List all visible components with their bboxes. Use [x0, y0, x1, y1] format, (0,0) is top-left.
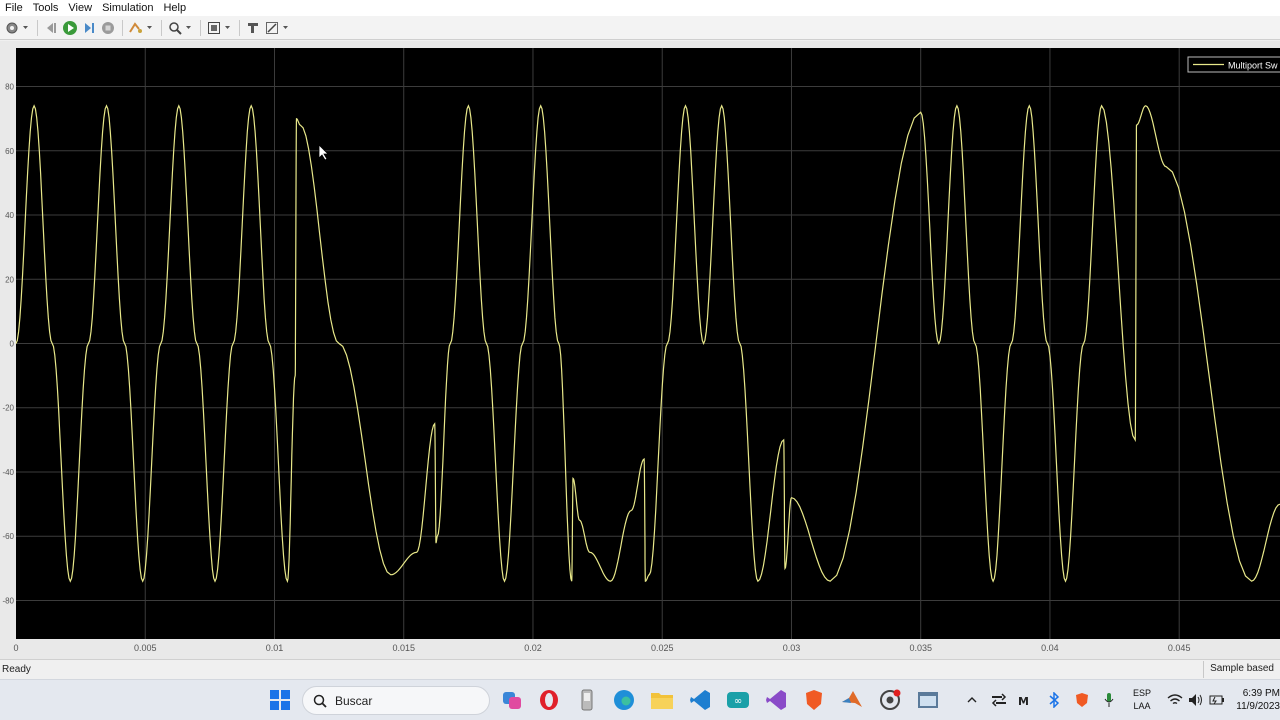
- x-tick-label: 0.04: [1041, 643, 1059, 653]
- y-tick-label: -60: [2, 532, 14, 541]
- tray-app-icon[interactable]: [987, 688, 1011, 712]
- y-tick-label: -20: [2, 404, 14, 413]
- y-tick-label: -80: [2, 596, 14, 605]
- copilot-icon[interactable]: [500, 688, 524, 712]
- arduino-icon[interactable]: ∞: [726, 688, 750, 712]
- highlight-icon[interactable]: [127, 19, 145, 37]
- brave-icon[interactable]: [802, 688, 826, 712]
- y-tick-label: -40: [2, 468, 14, 477]
- system-clock[interactable]: 6:39 PM 11/9/2023: [1234, 687, 1280, 713]
- svg-text:M: M: [1018, 695, 1029, 706]
- search-placeholder: Buscar: [335, 693, 373, 708]
- menu-simulation[interactable]: Simulation: [97, 1, 158, 15]
- visual-studio-icon[interactable]: [764, 688, 788, 712]
- style-dropdown-icon[interactable]: [282, 19, 289, 37]
- input-language[interactable]: ESP LAA: [1133, 687, 1151, 713]
- scope-plot[interactable]: 80 60 40 20 0 -20 -40 -60 -80 0 0.005 0.01 0.015 0.0…: [0, 41, 1280, 659]
- lang-code: ESP: [1133, 688, 1152, 698]
- x-tick-label: 0.035: [909, 643, 932, 653]
- legend[interactable]: Multiport Sw: [1187, 56, 1280, 73]
- x-tick-labels: 0 0.005 0.01 0.015 0.02 0.025 0.03 0.035 0.04 0.0…: [13, 643, 1190, 653]
- x-tick-label: 0.01: [266, 643, 284, 653]
- x-tick-label: 0.03: [783, 643, 801, 653]
- menu-file[interactable]: File: [0, 1, 28, 15]
- menu-tools[interactable]: Tools: [28, 1, 64, 15]
- run-icon[interactable]: [61, 19, 79, 37]
- toolbar-separator: [161, 19, 162, 36]
- toolbar-separator: [200, 19, 201, 36]
- file-explorer-icon[interactable]: [650, 688, 674, 712]
- tray-mail-icon[interactable]: M: [1014, 688, 1038, 712]
- search-icon: [313, 694, 327, 708]
- legend-label: Multiport Sw: [1228, 61, 1278, 71]
- sample-mode-indicator: Sample based: [1203, 661, 1280, 678]
- x-tick-label: 0.005: [134, 643, 157, 653]
- battery-icon[interactable]: [1205, 688, 1229, 712]
- style-icon[interactable]: [263, 19, 281, 37]
- stop-icon[interactable]: [99, 19, 117, 37]
- edge-icon[interactable]: [612, 688, 636, 712]
- x-tick-label: 0.015: [392, 643, 415, 653]
- chrome-icon[interactable]: [878, 688, 902, 712]
- svg-text:∞: ∞: [734, 696, 742, 707]
- x-tick-label: 0.02: [524, 643, 542, 653]
- y-tick-label: 0: [10, 340, 15, 349]
- toolbar-separator: [239, 19, 240, 36]
- cursor-icon[interactable]: [244, 19, 262, 37]
- y-tick-label: 60: [5, 147, 14, 156]
- clock-time: 6:39 PM: [1242, 688, 1280, 699]
- tray-chevron-up-icon[interactable]: [960, 688, 984, 712]
- windows-start-icon[interactable]: [268, 688, 292, 712]
- menu-view[interactable]: View: [63, 1, 97, 15]
- x-tick-label: 0.045: [1168, 643, 1191, 653]
- tray-brave-icon[interactable]: [1070, 688, 1094, 712]
- bluetooth-icon[interactable]: [1042, 688, 1066, 712]
- status-text: Ready: [2, 664, 31, 675]
- menu-bar: File Tools View Simulation Help: [0, 0, 1280, 16]
- app-window-icon[interactable]: [916, 688, 940, 712]
- vscode-icon[interactable]: [688, 688, 712, 712]
- taskbar-search[interactable]: Buscar: [302, 686, 490, 715]
- scope-display: 80 60 40 20 0 -20 -40 -60 -80 0 0.005 0.01 0.015 0.0…: [0, 41, 1280, 659]
- opera-icon[interactable]: [537, 688, 561, 712]
- highlight-dropdown-icon[interactable]: [146, 19, 153, 37]
- y-tick-labels: 80 60 40 20 0 -20 -40 -60 -80: [2, 83, 14, 606]
- y-tick-label: 40: [5, 211, 14, 220]
- menu-help[interactable]: Help: [158, 1, 191, 15]
- y-tick-label: 20: [5, 275, 14, 284]
- device-icon[interactable]: [575, 688, 599, 712]
- fit-view-icon[interactable]: [205, 19, 223, 37]
- step-forward-icon[interactable]: [80, 19, 98, 37]
- zoom-icon[interactable]: [166, 19, 184, 37]
- step-back-icon[interactable]: [42, 19, 60, 37]
- x-tick-label: 0: [13, 643, 18, 653]
- toolbar-separator: [37, 19, 38, 36]
- y-tick-label: 80: [5, 83, 14, 92]
- status-bar: Ready Sample based: [0, 659, 1280, 679]
- x-tick-label: 0.025: [651, 643, 674, 653]
- microphone-icon[interactable]: [1097, 688, 1121, 712]
- zoom-dropdown-icon[interactable]: [185, 19, 192, 37]
- taskbar: Buscar ∞ M ESP LAA 6:39 PM 11/9/2023: [0, 679, 1280, 720]
- matlab-icon[interactable]: [840, 688, 864, 712]
- toolbar: [0, 16, 1280, 40]
- fit-view-dropdown-icon[interactable]: [224, 19, 231, 37]
- toolbar-separator: [122, 19, 123, 36]
- lang-layout: LAA: [1133, 701, 1151, 711]
- settings-dropdown-icon[interactable]: [22, 19, 29, 37]
- settings-icon[interactable]: [3, 19, 21, 37]
- clock-date: 11/9/2023: [1236, 701, 1280, 712]
